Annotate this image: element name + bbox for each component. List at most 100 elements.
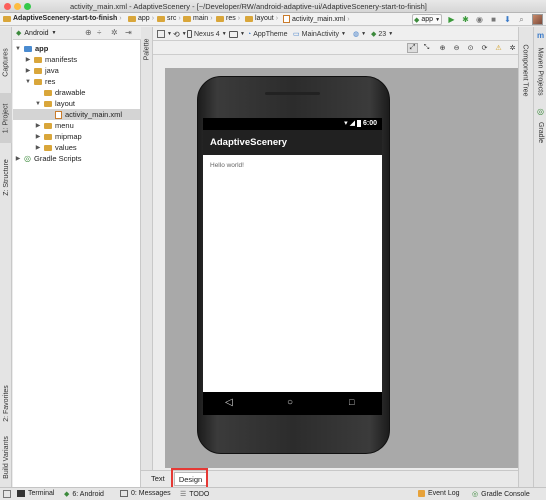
tree-item-mipmap[interactable]: ▶ mipmap — [35, 131, 82, 142]
orientation-dropdown[interactable]: ⟲ ▼ — [173, 29, 187, 39]
settings-icon[interactable]: ✲ — [507, 43, 518, 53]
expand-arrow-icon[interactable]: ▶ — [35, 122, 41, 129]
tab-label: Component Tree — [522, 43, 529, 97]
window-title-bar: activity_main.xml - AdaptiveScenery - [~… — [0, 0, 546, 13]
tab-gradle[interactable]: Gradle — [534, 117, 546, 147]
tab-build-variants[interactable]: Build Variants — [0, 432, 12, 482]
tree-item-menu[interactable]: ▶ menu — [35, 120, 74, 131]
screen-icon — [229, 30, 238, 38]
app-action-bar: AdaptiveScenery — [203, 130, 382, 155]
minimize-window-icon[interactable] — [14, 3, 21, 10]
locale-dropdown[interactable]: ◍ ▼ — [353, 29, 366, 39]
expand-arrow-icon[interactable]: ▶ — [25, 67, 31, 74]
sdk-manager-icon[interactable]: ⬇ — [502, 14, 513, 25]
api-level-label: 23 — [378, 30, 387, 38]
profile-icon[interactable]: ◉ — [474, 14, 485, 25]
android-icon: ◆ — [413, 16, 420, 24]
tree-item-app[interactable]: ▼ app — [15, 43, 48, 54]
back-icon[interactable]: ◁ — [225, 397, 233, 408]
recents-icon[interactable]: □ — [349, 397, 354, 407]
breadcrumb-app[interactable]: app › — [128, 15, 154, 22]
tree-item-gradle-scripts[interactable]: ▶ ◎ Gradle Scripts — [15, 153, 82, 164]
render-options-dropdown[interactable]: ▼ — [157, 29, 172, 39]
tab-structure[interactable]: Z: Structure — [0, 149, 12, 205]
expand-arrow-icon[interactable]: ▶ — [35, 144, 41, 151]
expand-arrow-icon[interactable]: ▶ — [15, 155, 21, 162]
tab-favorites[interactable]: 2: Favorites — [0, 375, 12, 431]
zoom-fit-icon[interactable]: ⊙ — [465, 43, 476, 53]
theme-dropdown[interactable]: ◔ AppTheme — [247, 29, 287, 39]
maven-icon: m — [537, 31, 545, 40]
stop-icon[interactable]: ■ — [488, 14, 499, 25]
event-log-button[interactable]: Event Log — [418, 490, 460, 497]
messages-button[interactable]: 0: Messages — [120, 490, 171, 497]
breadcrumb-src[interactable]: src › — [157, 15, 181, 22]
actual-size-icon[interactable]: ⤡ — [421, 43, 432, 53]
tree-item-layout[interactable]: ▼ layout — [35, 98, 75, 109]
app-content[interactable]: Hello world! — [203, 155, 382, 392]
warning-icon[interactable]: ⚠ — [493, 43, 504, 53]
expand-arrow-icon[interactable]: ▼ — [35, 101, 41, 107]
breadcrumb-layout[interactable]: layout › — [245, 15, 278, 22]
expand-arrow-icon[interactable]: ▼ — [25, 79, 31, 85]
gear-icon[interactable]: ✲ — [111, 28, 118, 37]
breadcrumb-project[interactable]: AdaptiveScenery-start-to-finish › — [3, 15, 122, 22]
tree-item-activity-main[interactable]: activity_main.xml — [13, 109, 140, 120]
toggle-tool-windows-icon[interactable] — [3, 490, 11, 498]
sync-icon[interactable]: ⊕ — [85, 28, 92, 37]
breadcrumb-label: app — [138, 15, 150, 22]
zoom-out-icon[interactable]: ⊖ — [451, 43, 462, 53]
avatar[interactable] — [532, 14, 543, 25]
tab-label: Build Variants — [2, 435, 10, 479]
tab-project[interactable]: 1: Project — [0, 93, 12, 143]
breadcrumb-label: main — [193, 15, 209, 22]
todo-button[interactable]: ☰ TODO — [180, 490, 209, 499]
search-icon[interactable]: ⌕ — [516, 14, 527, 25]
breadcrumb-res[interactable]: res › — [216, 15, 240, 22]
zoom-in-icon[interactable]: ⊕ — [437, 43, 448, 53]
terminal-button[interactable]: Terminal — [17, 490, 54, 497]
expand-arrow-icon[interactable]: ▶ — [35, 133, 41, 140]
tree-item-manifests[interactable]: ▶ manifests — [25, 54, 77, 65]
close-window-icon[interactable] — [4, 3, 11, 10]
chevron-down-icon: ▼ — [51, 30, 57, 36]
tree-item-java[interactable]: ▶ java — [25, 65, 59, 76]
zoom-window-icon[interactable] — [24, 3, 31, 10]
hello-text[interactable]: Hello world! — [210, 162, 244, 169]
zoom-to-fit-icon[interactable]: ⤢ — [407, 43, 418, 53]
tree-item-res[interactable]: ▼ res — [25, 76, 55, 87]
breadcrumb-file[interactable]: activity_main.xml › — [283, 15, 350, 23]
hide-panel-icon[interactable]: ⇥ — [125, 28, 132, 37]
xml-file-icon — [283, 15, 290, 23]
api-level-dropdown[interactable]: ◆ 23 ▼ — [371, 29, 393, 39]
debug-icon[interactable]: ✱ — [460, 14, 471, 25]
tab-text[interactable]: Text — [151, 474, 165, 483]
run-icon[interactable]: ▶ — [446, 14, 457, 25]
run-configuration-dropdown[interactable]: ◆ app ▼ — [412, 14, 442, 25]
activity-dropdown[interactable]: ▭ MainActivity ▼ — [293, 29, 346, 39]
refresh-icon[interactable]: ⟳ — [479, 43, 490, 53]
breadcrumb-main[interactable]: main › — [183, 15, 213, 22]
tab-label: Palette — [143, 38, 151, 60]
tab-maven-projects[interactable]: Maven Projects — [534, 41, 546, 101]
tab-captures[interactable]: Captures — [0, 37, 12, 87]
zoom-toolbar: ⤢ ⤡ ⊕ ⊖ ⊙ ⟳ ⚠ ✲ — [153, 41, 518, 55]
tree-item-label: mipmap — [55, 132, 82, 141]
project-view-selector[interactable]: ◆ Android ▼ — [16, 29, 57, 38]
tree-item-values[interactable]: ▶ values — [35, 142, 77, 153]
tab-component-tree[interactable]: Component Tree — [519, 35, 532, 105]
run-configuration-label: app — [421, 16, 434, 23]
home-icon[interactable]: ○ — [287, 397, 293, 408]
collapse-all-icon[interactable]: ÷ — [97, 28, 101, 37]
tab-palette[interactable]: Palette — [141, 31, 153, 67]
api-orientation-dropdown[interactable]: ▼ — [229, 29, 245, 39]
file-icon — [157, 30, 165, 38]
tree-item-label: values — [55, 143, 77, 152]
tab-label: Gradle — [537, 121, 545, 143]
expand-arrow-icon[interactable]: ▶ — [25, 56, 31, 63]
gradle-console-button[interactable]: ◎ Gradle Console — [472, 490, 530, 499]
device-dropdown[interactable]: Nexus 4 ▼ — [187, 29, 227, 39]
tree-item-drawable[interactable]: drawable — [35, 87, 85, 98]
expand-arrow-icon[interactable]: ▼ — [15, 46, 21, 52]
android-monitor-button[interactable]: ◆ 6: Android — [64, 490, 104, 499]
